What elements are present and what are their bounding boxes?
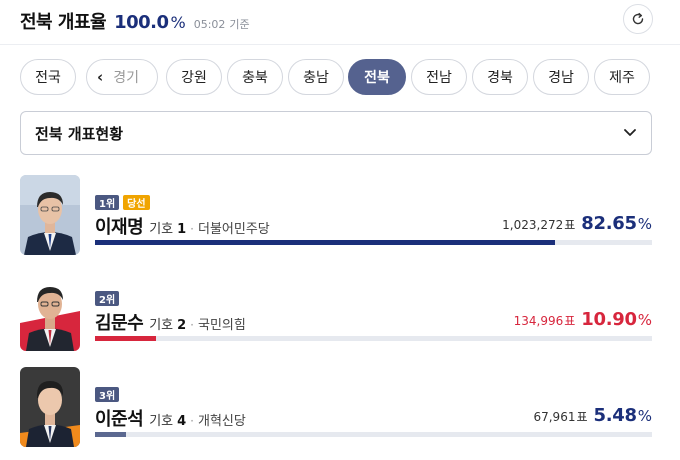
region-title: 전북 개표율 [20, 12, 107, 33]
chevron-left-icon[interactable]: ‹ [97, 68, 103, 86]
vote-result: 67,961 표 5.48 % [533, 405, 652, 426]
candidate-name: 이재명 [95, 217, 144, 238]
vote-percent: 5.48 [593, 405, 638, 426]
candidate-party: 더불어민주당 [197, 222, 270, 237]
tab-label: 전남 [426, 70, 452, 86]
tab-jeju[interactable]: 제주 [594, 59, 650, 95]
candidate-row: 3위 이준석 기호 4 · 개혁신당 67,961 표 5.48 % [20, 367, 652, 447]
candidate-party: 국민의힘 [197, 318, 246, 333]
vote-percent: 10.90 [581, 309, 637, 330]
candidate-number-label: 기호 [149, 414, 174, 429]
vote-result: 134,996 표 10.90 % [514, 309, 652, 330]
vote-count: 1,023,272 [502, 218, 564, 232]
tab-gyeongnam[interactable]: 경남 [533, 59, 589, 95]
rank-badge: 1위 [95, 195, 120, 210]
vote-unit: 표 [564, 314, 576, 328]
rank-badge: 3위 [95, 387, 120, 402]
tab-label: 전국 [35, 70, 61, 86]
candidate-row: 2위 김문수 기호 2 · 국민의힘 134,996 표 10.90 % [20, 271, 652, 351]
refresh-icon [632, 12, 644, 25]
chevron-down-icon [624, 129, 636, 136]
separator-dot: · [190, 318, 194, 332]
status-dropdown[interactable]: 전북 개표현황 [20, 111, 652, 155]
badge-group: 3위 [95, 387, 120, 402]
tab-label: 제주 [609, 70, 635, 86]
update-time: 05:02 [193, 18, 226, 31]
candidate-number: 4 [177, 414, 187, 429]
separator-dot: · [190, 222, 194, 236]
dropdown-selected: 전북 개표현황 [35, 124, 124, 143]
candidate-number: 2 [177, 318, 187, 333]
page-header: 전북 개표율 100.0 % 05:02 기준 [20, 8, 250, 33]
candidate-photo [20, 175, 80, 255]
vote-bar-fill [95, 432, 126, 437]
candidate-party: 개혁신당 [197, 414, 246, 429]
candidate-row: 1위 당선 이재명 기호 1 · 더불어민주당 1,023,272 표 82.6… [20, 175, 652, 255]
badge-group: 2위 [95, 291, 120, 306]
vote-percent-unit: % [637, 407, 652, 425]
elected-badge: 당선 [123, 195, 150, 210]
tab-national[interactable]: 전국 [20, 59, 76, 95]
candidate-name: 김문수 [95, 313, 144, 334]
header-divider [0, 44, 680, 45]
vote-unit: 표 [564, 218, 576, 232]
rank-badge: 2위 [95, 291, 120, 306]
candidate-info: 이준석 기호 4 · 개혁신당 [95, 405, 246, 431]
tab-jeonbuk[interactable]: 전북 [348, 59, 406, 95]
tab-label: 충북 [242, 70, 268, 86]
vote-bar-fill [95, 336, 156, 341]
candidate-photo [20, 367, 80, 447]
tab-label: 강원 [181, 70, 207, 86]
tab-label: 경남 [548, 70, 574, 86]
tab-label: 경기 [113, 70, 139, 86]
vote-count: 134,996 [513, 314, 564, 328]
refresh-button[interactable] [623, 4, 653, 34]
vote-percent-unit: % [637, 311, 652, 329]
tab-jeonnam[interactable]: 전남 [411, 59, 467, 95]
separator-dot: · [190, 414, 194, 428]
vote-bar-track [95, 240, 652, 245]
vote-count: 67,961 [533, 410, 576, 424]
badge-group: 1위 당선 [95, 195, 150, 210]
tab-label: 전북 [364, 70, 390, 86]
candidate-name: 이준석 [95, 409, 144, 430]
vote-percent-unit: % [637, 215, 652, 233]
count-rate-unit: % [170, 13, 186, 32]
candidate-info: 김문수 기호 2 · 국민의힘 [95, 309, 246, 335]
candidate-photo [20, 271, 80, 351]
tab-gyeongbuk[interactable]: 경북 [472, 59, 528, 95]
tab-chungnam[interactable]: 충남 [288, 59, 344, 95]
candidate-number: 1 [177, 222, 187, 237]
tab-label: 충남 [303, 70, 329, 86]
candidate-number-label: 기호 [149, 222, 174, 237]
count-rate-value: 100.0 [114, 12, 169, 33]
vote-percent: 82.65 [581, 213, 637, 234]
candidate-info: 이재명 기호 1 · 더불어민주당 [95, 213, 270, 239]
tab-chungbuk[interactable]: 충북 [227, 59, 283, 95]
vote-bar-track [95, 432, 652, 437]
tab-label: 경북 [487, 70, 513, 86]
vote-bar-track [95, 336, 652, 341]
vote-unit: 표 [576, 410, 588, 424]
candidate-number-label: 기호 [149, 318, 174, 333]
vote-result: 1,023,272 표 82.65 % [502, 213, 652, 234]
tab-gyeonggi[interactable]: ‹ 경기 [86, 59, 158, 95]
vote-bar-fill [95, 240, 555, 245]
update-time-suffix: 기준 [229, 18, 250, 31]
tab-gangwon[interactable]: 강원 [166, 59, 222, 95]
